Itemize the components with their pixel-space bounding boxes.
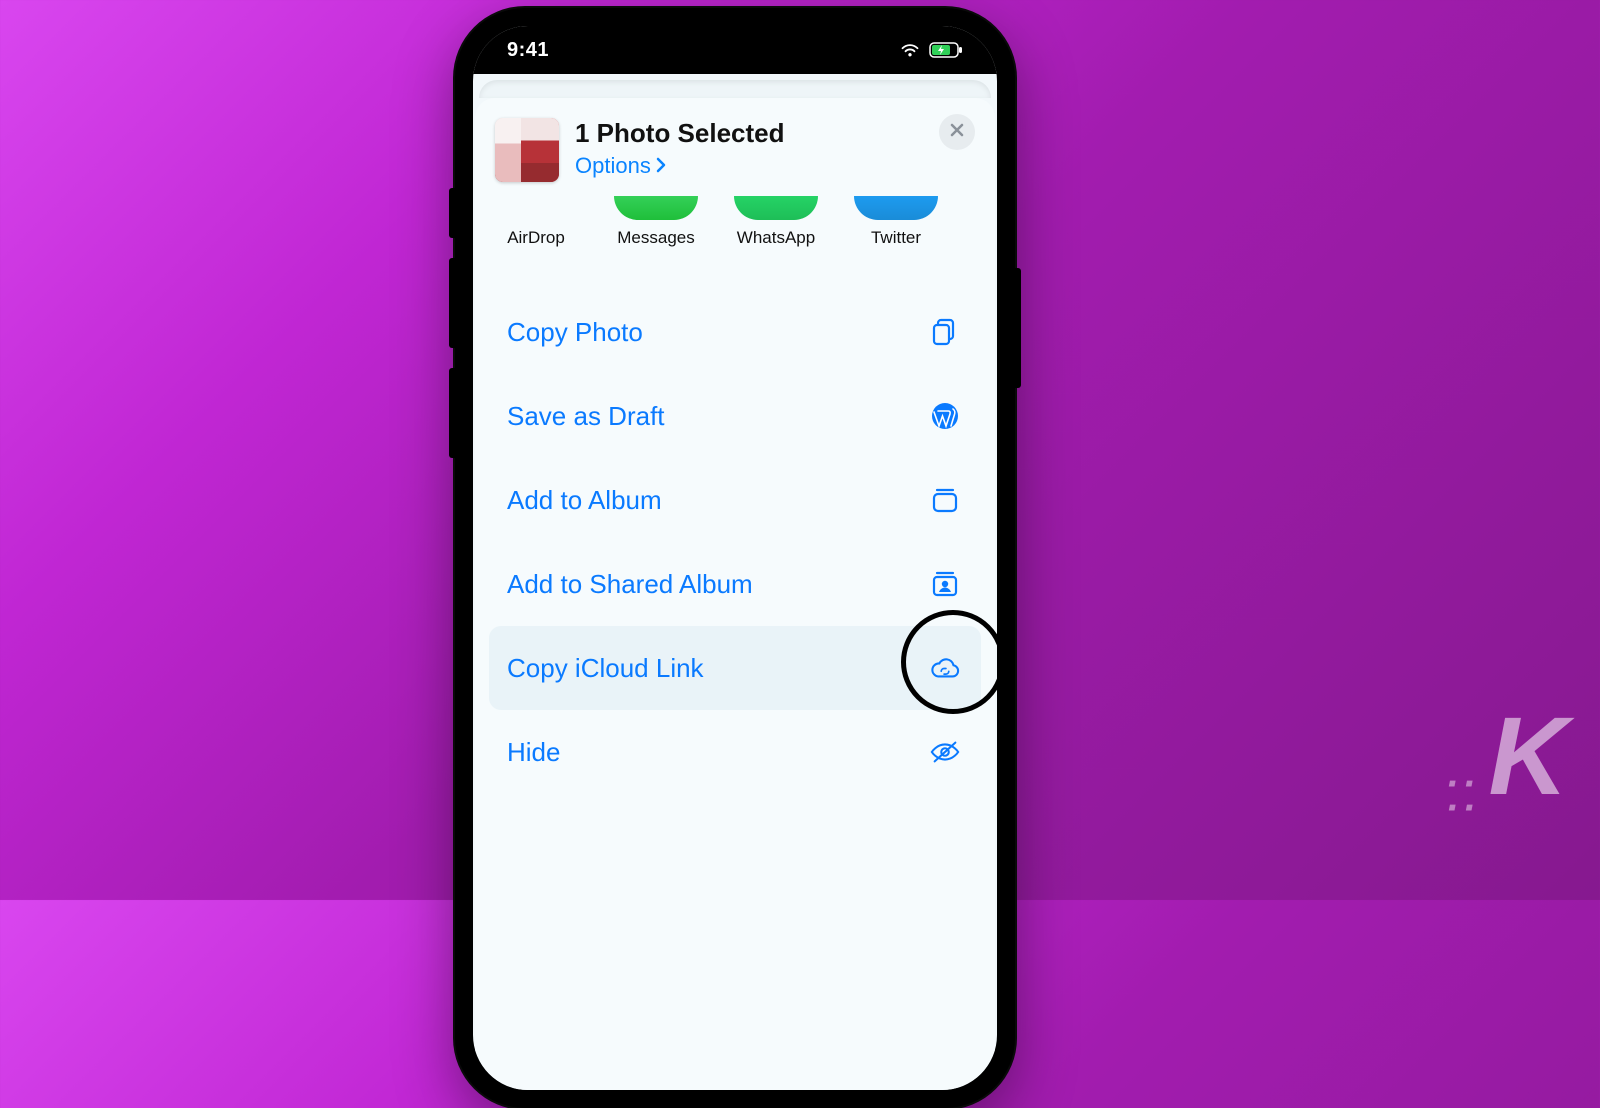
mute-switch (449, 188, 455, 238)
action-save-as-draft[interactable]: Save as Draft (489, 374, 981, 458)
cloud-link-icon (927, 650, 963, 686)
battery-charging-icon (929, 42, 963, 58)
wifi-icon (899, 42, 921, 58)
watermark-letter: K (1489, 693, 1562, 820)
status-time: 9:41 (507, 39, 549, 62)
watermark-dots: ∙∙∙∙ (1446, 772, 1480, 820)
close-button[interactable] (939, 114, 975, 150)
phone-screen: 9:41 (473, 26, 997, 1090)
twitter-icon (854, 196, 938, 220)
actions-list: Copy Photo Save as Draft Add to Album (475, 262, 995, 794)
phone-device-frame: 9:41 (455, 8, 1015, 1108)
notch (610, 26, 860, 64)
action-copy-icloud-link[interactable]: Copy iCloud Link (489, 626, 981, 710)
copy-icon (927, 314, 963, 350)
share-target-messages[interactable]: Messages (617, 196, 695, 248)
action-label: Copy iCloud Link (507, 653, 704, 684)
share-target-label: AirDrop (507, 228, 565, 248)
action-label: Hide (507, 737, 560, 768)
share-sheet: 1 Photo Selected Options (475, 98, 995, 1090)
action-label: Copy Photo (507, 317, 643, 348)
action-hide[interactable]: Hide (489, 710, 981, 794)
wordpress-icon (927, 398, 963, 434)
share-target-whatsapp[interactable]: WhatsApp (737, 196, 815, 248)
share-target-label: WhatsApp (737, 228, 815, 248)
share-target-twitter[interactable]: Twitter (857, 196, 935, 248)
options-link[interactable]: Options (575, 153, 667, 179)
airdrop-icon (494, 196, 578, 220)
share-target-airdrop[interactable]: AirDrop (497, 196, 575, 248)
action-add-to-album[interactable]: Add to Album (489, 458, 981, 542)
photo-thumbnail[interactable] (495, 118, 559, 182)
watermark-logo: ∙∙∙∙ K (1446, 693, 1562, 820)
whatsapp-icon (734, 196, 818, 220)
action-copy-photo[interactable]: Copy Photo (489, 290, 981, 374)
eye-slash-icon (927, 734, 963, 770)
volume-up-button (449, 258, 455, 348)
options-link-label: Options (575, 153, 651, 179)
share-target-label: Twitter (871, 228, 921, 248)
sheet-backdrop (479, 80, 991, 98)
messages-icon (614, 196, 698, 220)
chevron-right-icon (655, 153, 667, 179)
share-target-label: Messages (617, 228, 694, 248)
power-button (1015, 268, 1021, 388)
share-sheet-header: 1 Photo Selected Options (475, 98, 995, 190)
action-label: Add to Shared Album (507, 569, 753, 600)
sheet-title: 1 Photo Selected (575, 118, 785, 149)
volume-down-button (449, 368, 455, 458)
share-targets-row[interactable]: AirDrop Messages WhatsApp Twitter (475, 190, 995, 262)
shared-album-icon (927, 566, 963, 602)
close-icon (949, 122, 965, 143)
action-label: Save as Draft (507, 401, 665, 432)
action-label: Add to Album (507, 485, 662, 516)
album-icon (927, 482, 963, 518)
action-add-to-shared-album[interactable]: Add to Shared Album (489, 542, 981, 626)
